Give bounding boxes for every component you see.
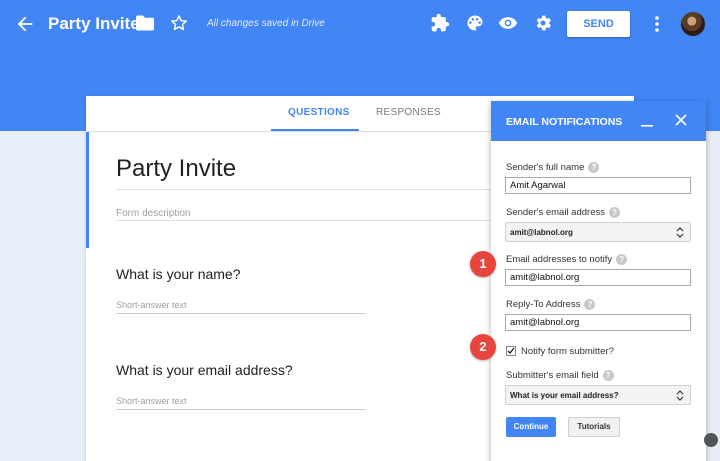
title-underline — [116, 189, 506, 190]
help-icon[interactable]: ? — [588, 162, 600, 173]
short-answer-placeholder: Short-answer text — [116, 300, 187, 310]
sender-name-label: Sender's full name? — [506, 162, 600, 173]
reply-to-input[interactable]: amit@labnol.org — [505, 314, 691, 331]
sender-email-select[interactable]: amit@labnol.org — [505, 222, 691, 242]
form-description-input[interactable]: Form description — [116, 208, 190, 219]
submitter-field-select[interactable]: What is your email address? — [505, 385, 691, 405]
help-icon[interactable]: ? — [602, 370, 614, 381]
notify-submitter-label: Notify form submitter? — [521, 346, 614, 357]
help-icon[interactable]: ? — [616, 254, 628, 265]
gear-icon[interactable] — [533, 13, 553, 33]
help-icon[interactable]: ? — [608, 207, 620, 218]
question-title[interactable]: What is your name? — [116, 266, 241, 282]
answer-underline — [116, 409, 366, 410]
palette-icon[interactable] — [465, 13, 485, 33]
tab-responses[interactable]: RESPONSES — [376, 107, 441, 118]
answer-underline — [116, 313, 366, 314]
description-underline — [116, 220, 506, 221]
sender-name-input[interactable]: Amit Agarwal — [505, 177, 691, 194]
email-notifications-panel: EMAIL NOTIFICATIONS Sender's full name? … — [491, 101, 706, 461]
panel-header: EMAIL NOTIFICATIONS — [491, 101, 706, 141]
kebab-menu-icon[interactable] — [652, 14, 662, 34]
step-marker-1: 1 — [470, 251, 496, 277]
notify-addresses-label: Email addresses to notify? — [506, 254, 628, 265]
send-button[interactable]: SEND — [567, 11, 630, 37]
avatar[interactable] — [681, 12, 705, 36]
submitter-field-label: Submitter's email field? — [506, 370, 614, 381]
eye-icon[interactable] — [498, 13, 518, 33]
short-answer-placeholder: Short-answer text — [116, 396, 187, 406]
star-icon[interactable] — [169, 13, 189, 33]
reply-to-label: Reply-To Address? — [506, 299, 596, 310]
sender-email-label: Sender's email address? — [506, 207, 620, 218]
panel-title: EMAIL NOTIFICATIONS — [506, 116, 623, 128]
back-arrow-icon[interactable] — [14, 13, 36, 35]
continue-button[interactable]: Continue — [506, 417, 556, 437]
select-arrows-icon — [676, 390, 684, 401]
help-fab[interactable] — [704, 433, 718, 447]
form-name[interactable]: Party Invite — [48, 14, 140, 34]
tutorials-button[interactable]: Tutorials — [568, 417, 620, 437]
form-title[interactable]: Party Invite — [116, 155, 236, 183]
close-icon[interactable] — [675, 114, 687, 126]
tab-questions[interactable]: QUESTIONS — [288, 107, 350, 118]
folder-icon[interactable] — [136, 15, 154, 31]
step-marker-2: 2 — [470, 334, 496, 360]
selected-section-indicator — [86, 132, 89, 248]
notify-submitter-checkbox[interactable] — [506, 346, 516, 356]
puzzle-icon[interactable] — [430, 13, 450, 33]
question-title[interactable]: What is your email address? — [116, 362, 293, 378]
toolbar: Party Invite All changes saved in Drive … — [0, 0, 720, 48]
help-icon[interactable]: ? — [584, 299, 596, 310]
active-tab-indicator — [271, 129, 359, 131]
notify-addresses-input[interactable]: amit@labnol.org — [505, 269, 691, 286]
minimize-icon[interactable] — [641, 116, 653, 128]
save-status: All changes saved in Drive — [207, 18, 325, 29]
select-arrows-icon — [676, 227, 684, 238]
